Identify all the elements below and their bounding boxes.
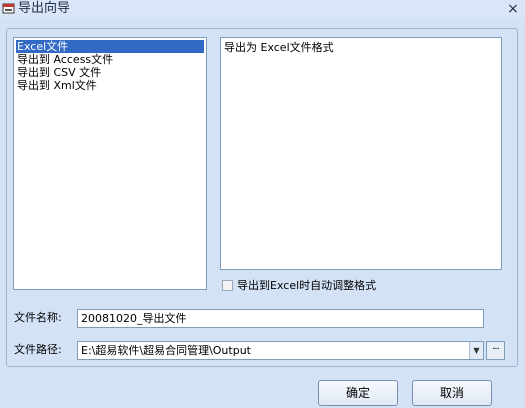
- cancel-button[interactable]: 取消: [412, 380, 492, 406]
- auto-adjust-label: 导出到Excel时自动调整格式: [237, 279, 377, 292]
- file-name-input[interactable]: 20081020_导出文件: [77, 309, 484, 328]
- export-wizard-icon: [2, 3, 15, 14]
- format-description: 导出为 Excel文件格式: [224, 41, 334, 54]
- format-item-xml[interactable]: 导出到 Xml文件: [16, 79, 97, 92]
- format-description-box: 导出为 Excel文件格式: [220, 37, 502, 270]
- format-item-csv[interactable]: 导出到 CSV 文件: [16, 66, 101, 79]
- format-item-access[interactable]: 导出到 Access文件: [16, 53, 113, 66]
- format-item-excel[interactable]: Excel文件: [16, 40, 204, 53]
- browse-button[interactable]: ···: [486, 341, 505, 360]
- window-title: 导出向导: [18, 1, 71, 16]
- dropdown-arrow-icon[interactable]: ▼: [469, 342, 483, 359]
- file-path-value: E:\超易软件\超易合同管理\Output: [81, 344, 251, 357]
- file-name-label: 文件名称:: [14, 311, 62, 324]
- title-bar: 导出向导 ×: [0, 0, 525, 18]
- format-list[interactable]: Excel文件 导出到 Access文件 导出到 CSV 文件 导出到 Xml文…: [13, 37, 207, 290]
- close-button[interactable]: ×: [505, 0, 521, 18]
- file-path-combo[interactable]: E:\超易软件\超易合同管理\Output ▼: [77, 341, 484, 360]
- ok-button[interactable]: 确定: [318, 380, 398, 406]
- auto-adjust-checkbox[interactable]: [222, 280, 233, 291]
- file-path-label: 文件路径:: [14, 343, 62, 356]
